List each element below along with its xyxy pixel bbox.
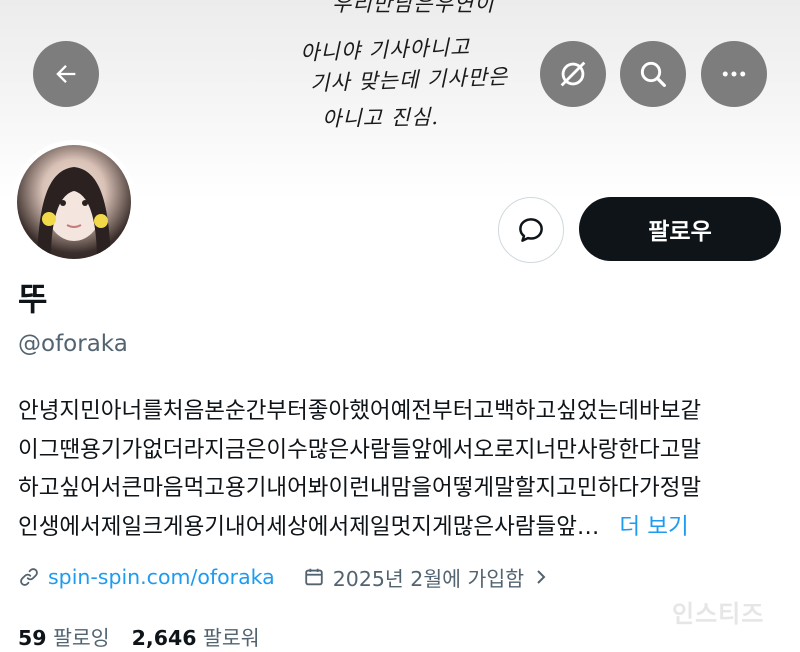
bio-line: 인생에서제일크게용기내어세상에서제일멋지게많은사람들앞… [18, 513, 600, 540]
arrow-left-icon [56, 65, 76, 83]
chevron-right-icon [537, 570, 546, 584]
followers-label: 팔로워 [203, 626, 260, 650]
banner-handwriting-line: 우리만남은우연이 [332, 0, 495, 16]
follow-stats: 59 팔로잉 2,646 팔로워 [18, 621, 260, 651]
following-stat[interactable]: 59 팔로잉 [18, 626, 110, 650]
followers-count: 2,646 [131, 626, 197, 650]
joined-date[interactable]: 2025년 2월에 가입함 [303, 562, 548, 592]
following-label: 팔로잉 [53, 626, 110, 650]
profile-bio: 안녕지민아너를처음본순간부터좋아했어예전부터고백하고싶었는데바보같 이그땐용기가… [18, 392, 798, 546]
bio-line-last: 인생에서제일크게용기내어세상에서제일멋지게많은사람들앞… 더 보기 [18, 508, 798, 547]
banner-handwriting-line: 아니야 기사아니고 [299, 35, 471, 65]
avatar-image [17, 145, 131, 259]
profile-meta: spin-spin.com/oforaka 2025년 2월에 가입함 [18, 562, 548, 592]
banner-handwriting-line: 기사 맞는데 기사만은 [309, 64, 509, 96]
watermark: 인스티즈 [672, 600, 765, 628]
display-name: 뚜 [18, 280, 48, 318]
follow-button[interactable]: 팔로우 [579, 197, 781, 261]
bio-line: 안녕지민아너를처음본순간부터좋아했어예전부터고백하고싶었는데바보같 [18, 398, 702, 424]
user-handle: @oforaka [18, 331, 128, 357]
link-icon [20, 568, 38, 586]
profile-website-link[interactable]: spin-spin.com/oforaka [48, 565, 275, 589]
avatar[interactable] [12, 140, 136, 264]
search-button[interactable] [620, 41, 686, 107]
banner-handwriting-line: 아니고 진심. [321, 104, 440, 132]
mute-button[interactable] [540, 41, 606, 107]
more-button[interactable] [701, 41, 767, 107]
calendar-icon [305, 568, 323, 586]
message-button[interactable] [498, 197, 564, 263]
bio-line: 이그땐용기가없더라지금은이수많은사람들앞에서오로지너만사랑한다고말 [18, 436, 702, 463]
search-icon [640, 61, 666, 87]
bio-line: 하고싶어서큰마음먹고용기내어봐이런내맘을어떻게말할지고민하다가정말 [18, 475, 702, 501]
show-more-link[interactable]: 더 보기 [619, 514, 688, 540]
mute-icon [560, 61, 586, 87]
more-horizontal-icon [722, 71, 746, 77]
joined-date-text: 2025년 2월에 가입함 [332, 567, 525, 591]
back-button[interactable] [33, 41, 99, 107]
followers-stat[interactable]: 2,646 팔로워 [132, 626, 260, 650]
message-bubble-icon [519, 218, 543, 242]
following-count: 59 [18, 626, 47, 650]
